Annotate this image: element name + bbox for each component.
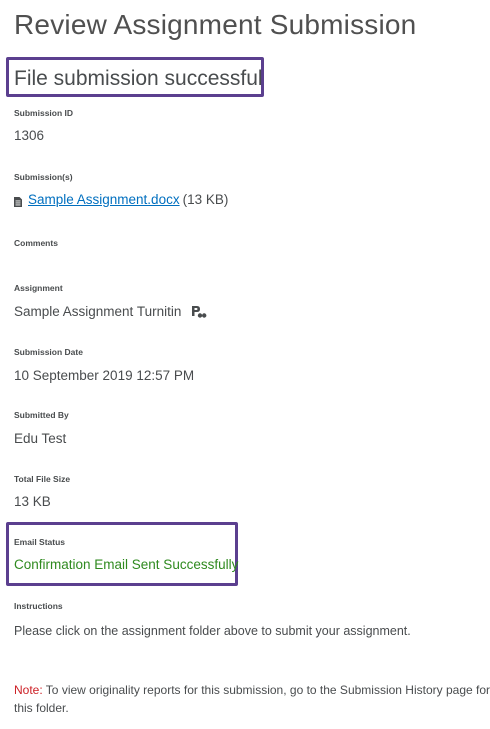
comments-label: Comments — [14, 238, 58, 248]
assignment-label: Assignment — [14, 283, 63, 293]
total-file-size-label: Total File Size — [14, 474, 71, 484]
submissions-label: Submission(s) — [14, 172, 73, 182]
submission-date-label: Submission Date — [14, 347, 83, 357]
submitted-by-label: Submitted By — [14, 410, 69, 420]
note-label: Note: — [14, 683, 43, 697]
instructions-label: Instructions — [14, 601, 63, 611]
submission-file-link[interactable]: Sample Assignment.docx — [28, 192, 180, 207]
email-status-highlight-box — [6, 522, 238, 586]
document-icon — [14, 195, 22, 207]
email-status-value: Confirmation Email Sent Successfully — [14, 557, 239, 572]
assignment-row: Sample Assignment Turnitin — [14, 304, 207, 319]
email-status-label: Email Status — [14, 537, 66, 547]
page-title: Review Assignment Submission — [14, 9, 417, 40]
instructions-value: Please click on the assignment folder ab… — [14, 624, 411, 638]
total-file-size-value: 13 KB — [14, 494, 51, 509]
submitted-by-value: Edu Test — [14, 431, 67, 446]
note-text: To view originality reports for this sub… — [14, 683, 490, 715]
submission-file-size: (13 KB) — [182, 192, 229, 207]
submission-id-label: Submission ID — [14, 108, 74, 118]
review-submission-page: Review Assignment Submission File submis… — [0, 0, 490, 729]
submission-file-row: Sample Assignment.docx (13 KB) — [14, 192, 228, 207]
note-paragraph: Note: To view originality reports for th… — [14, 681, 490, 717]
success-message: File submission successful — [14, 67, 263, 90]
turnitin-icon — [191, 305, 207, 319]
assignment-value: Sample Assignment Turnitin — [14, 304, 182, 319]
submission-id-value: 1306 — [14, 128, 45, 143]
submission-date-value: 10 September 2019 12:57 PM — [14, 368, 195, 383]
